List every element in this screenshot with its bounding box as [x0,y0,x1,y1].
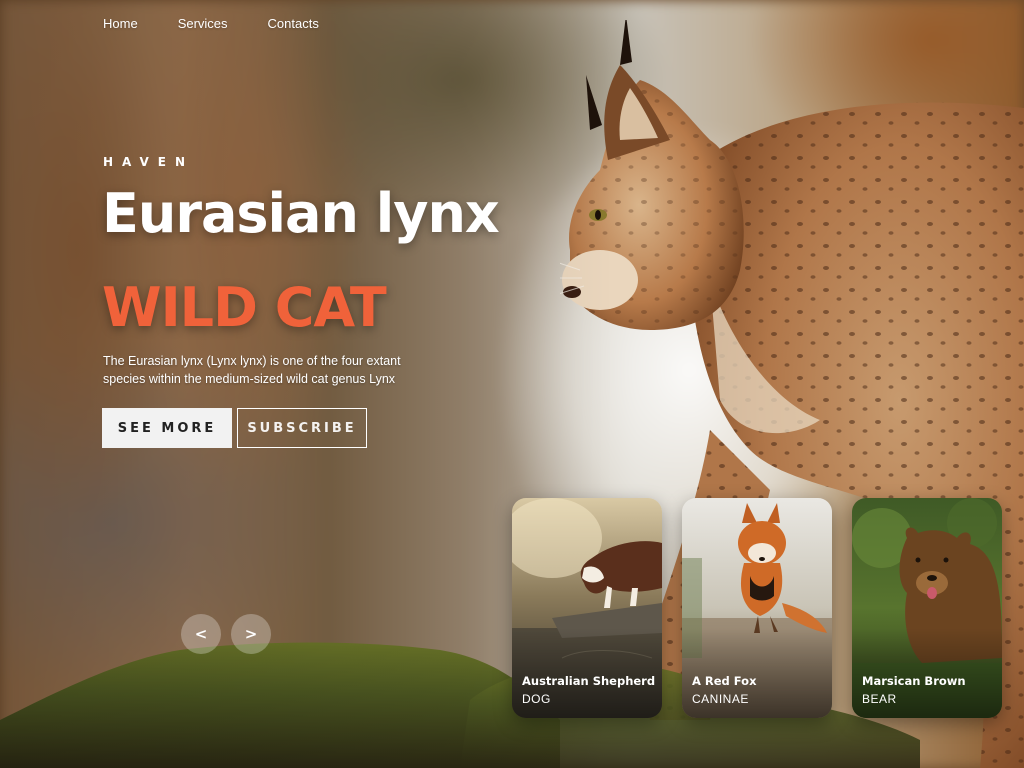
nav-services-link[interactable]: Services [178,16,228,31]
page-subtitle: WILD CAT [102,276,387,339]
card-category: CANINAE [692,692,749,706]
main-nav: Home Services Contacts [103,16,319,31]
hero-description: The Eurasian lynx (Lynx lynx) is one of … [103,354,401,386]
card-australian-shepherd[interactable]: Australian Shepherd DOG [512,498,662,718]
brand-tagline: HAVEN [103,155,195,169]
hero-section: Home Services Contacts HAVEN Eurasian ly… [0,0,1024,768]
card-title: Marsican Brown [862,674,966,688]
animal-card-list: Australian Shepherd DOG A Red Fox CANINA… [512,498,1002,718]
card-title: A Red Fox [692,674,757,688]
card-category: DOG [522,692,551,706]
see-more-button[interactable]: SEE MORE [102,408,232,448]
slider-next-button[interactable]: > [231,614,271,654]
subscribe-button[interactable]: SUBSCRIBE [237,408,367,448]
card-marsican-brown[interactable]: Marsican Brown BEAR [852,498,1002,718]
slider-prev-button[interactable]: < [181,614,221,654]
nav-home-link[interactable]: Home [103,16,138,31]
nav-contacts-link[interactable]: Contacts [268,16,319,31]
page-title: Eurasian lynx [102,182,500,245]
card-title: Australian Shepherd [522,674,656,688]
card-red-fox[interactable]: A Red Fox CANINAE [682,498,832,718]
card-category: BEAR [862,692,897,706]
